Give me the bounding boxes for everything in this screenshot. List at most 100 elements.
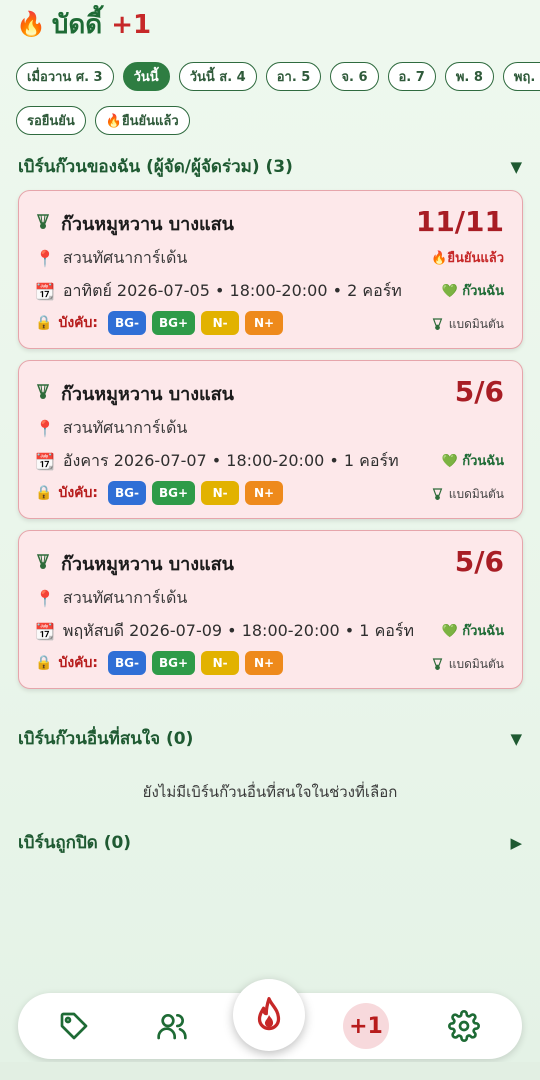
- app-title-plus: +1: [111, 9, 152, 40]
- collapse-caret-icon[interactable]: ▼: [510, 730, 522, 748]
- app-header: 🔥 บัดดี้ +1: [16, 6, 151, 42]
- shuttlecock-icon: [35, 213, 51, 234]
- app-title: บัดดี้ +1: [52, 4, 151, 45]
- my-group-badge: 💚 ก๊วนฉัน: [441, 284, 504, 299]
- lock-icon: 🔒: [35, 315, 53, 331]
- tag-icon: [60, 1012, 88, 1040]
- status-filter-row: รอยืนยัน 🔥ยืนยันแล้ว: [16, 106, 540, 135]
- section-title: เบิร์นถูกปิด (0): [18, 833, 132, 853]
- level-tag: N-: [201, 651, 240, 675]
- my-groups-section-header[interactable]: เบิร์นก๊วนของฉัน (ผู้จัด/ผู้จัดร่วม) (3)…: [18, 153, 522, 180]
- sport-label: แบดมินตัน: [432, 315, 504, 334]
- level-tag: N+: [245, 311, 284, 335]
- schedule-text: พฤหัสบดี 2026-07-09 • 18:00-20:00 • 1 คอ…: [62, 621, 415, 640]
- event-card[interactable]: ก๊วนหมูหวาน บางแสน 5/6 📍 สวนทัศนาการ์เด้…: [18, 360, 523, 519]
- status-chip-pending[interactable]: รอยืนยัน: [16, 106, 86, 135]
- level-tag: N+: [245, 481, 284, 505]
- users-icon: [157, 1014, 187, 1040]
- section-title: เบิร์นก๊วนอื่นที่สนใจ (0): [18, 729, 194, 749]
- event-card[interactable]: ก๊วนหมูหวาน บางแสน 11/11 📍 สวนทัศนาการ์เ…: [18, 190, 523, 349]
- day-chip-wed[interactable]: พ. 8: [444, 62, 494, 91]
- place-row: 📍 สวนทัศนาการ์เด้น: [35, 416, 506, 441]
- level-tag: BG-: [108, 311, 147, 335]
- lock-icon: 🔒: [35, 655, 53, 671]
- schedule-text: อาทิตย์ 2026-07-05 • 18:00-20:00 • 2 คอร…: [62, 281, 402, 300]
- day-chip-mon[interactable]: จ. 6: [330, 62, 379, 91]
- collapse-caret-icon[interactable]: ▼: [510, 158, 522, 176]
- requirements-label: บังคับ:: [58, 315, 99, 331]
- day-chip-thu[interactable]: พฤ. 9: [502, 62, 540, 91]
- nav-friends[interactable]: [142, 993, 202, 1059]
- other-groups-section-header[interactable]: เบิร์นก๊วนอื่นที่สนใจ (0) ▼: [18, 725, 522, 752]
- level-tag: BG-: [108, 481, 147, 505]
- card-title-row: ก๊วนหมูหวาน บางแสน: [35, 379, 506, 408]
- day-chip-sat[interactable]: วันนี้ ส. 4: [178, 62, 257, 91]
- group-name: ก๊วนหมูหวาน บางแสน: [61, 554, 234, 575]
- expand-caret-icon[interactable]: ▶: [510, 834, 522, 852]
- level-tag: BG+: [152, 481, 196, 505]
- calendar-icon: 📆: [35, 282, 55, 301]
- shuttlecock-icon: [432, 318, 443, 330]
- section-title: เบิร์นก๊วนของฉัน (ผู้จัด/ผู้จัดร่วม) (3): [18, 157, 293, 177]
- nav-plus-one[interactable]: +1: [336, 993, 396, 1059]
- nav-settings[interactable]: [434, 993, 494, 1059]
- level-tag: BG+: [152, 311, 196, 335]
- shuttlecock-icon: [432, 658, 443, 670]
- requirements-label: บังคับ:: [58, 485, 99, 501]
- schedule-row: 📆 พฤหัสบดี 2026-07-09 • 18:00-20:00 • 1 …: [35, 619, 506, 644]
- group-name: ก๊วนหมูหวาน บางแสน: [61, 384, 234, 405]
- closed-groups-section-header[interactable]: เบิร์นถูกปิด (0) ▶: [18, 829, 522, 856]
- event-card[interactable]: ก๊วนหมูหวาน บางแสน 5/6 📍 สวนทัศนาการ์เด้…: [18, 530, 523, 689]
- day-chip-yesterday[interactable]: เมื่อวาน ศ. 3: [16, 62, 114, 91]
- system-nav-area: [0, 1062, 540, 1080]
- requirements-label: บังคับ:: [58, 655, 99, 671]
- nav-tags[interactable]: [44, 993, 104, 1059]
- level-tag: N+: [245, 651, 284, 675]
- schedule-row: 📆 อังคาร 2026-07-07 • 18:00-20:00 • 1 คอ…: [35, 449, 506, 474]
- day-filter-row: เมื่อวาน ศ. 3 วันนี้ วันนี้ ส. 4 อา. 5 จ…: [16, 62, 540, 91]
- player-count: 5/6: [454, 375, 504, 408]
- flame-icon: [257, 997, 281, 1031]
- plus-one-icon: +1: [343, 1003, 389, 1049]
- player-count: 5/6: [454, 545, 504, 578]
- level-tag: N-: [201, 311, 240, 335]
- app-title-text: บัดดี้: [51, 9, 103, 40]
- schedule-row: 📆 อาทิตย์ 2026-07-05 • 18:00-20:00 • 2 ค…: [35, 279, 506, 304]
- sport-label: แบดมินตัน: [432, 655, 504, 674]
- level-tag: BG+: [152, 651, 196, 675]
- schedule-text: อังคาร 2026-07-07 • 18:00-20:00 • 1 คอร์…: [62, 451, 399, 470]
- place-name: สวนทัศนาการ์เด้น: [62, 588, 188, 607]
- bottom-nav: +1: [18, 979, 522, 1059]
- gear-icon: [448, 1010, 480, 1042]
- place-row: 📍 สวนทัศนาการ์เด้น: [35, 586, 506, 611]
- sport-name: แบดมินตัน: [448, 317, 504, 331]
- lock-icon: 🔒: [35, 485, 53, 501]
- my-group-badge: 💚 ก๊วนฉัน: [441, 454, 504, 469]
- nav-burn[interactable]: [233, 979, 305, 1051]
- pin-icon: 📍: [35, 419, 55, 438]
- card-title-row: ก๊วนหมูหวาน บางแสน: [35, 549, 506, 578]
- my-group-badge: 💚 ก๊วนฉัน: [441, 624, 504, 639]
- pin-icon: 📍: [35, 249, 55, 268]
- sport-label: แบดมินตัน: [432, 485, 504, 504]
- level-tag: N-: [201, 481, 240, 505]
- confirmed-badge: 🔥ยืนยันแล้ว: [431, 251, 504, 266]
- empty-state-message: ยังไม่มีเบิร์นก๊วนอื่นที่สนใจในช่วงที่เล…: [142, 783, 398, 801]
- player-count: 11/11: [415, 205, 504, 238]
- shuttlecock-icon: [432, 488, 443, 500]
- pin-icon: 📍: [35, 589, 55, 608]
- fire-logo-icon: 🔥: [16, 10, 46, 38]
- day-chip-today[interactable]: วันนี้: [122, 62, 170, 91]
- calendar-icon: 📆: [35, 622, 55, 641]
- calendar-icon: 📆: [35, 452, 55, 471]
- sport-name: แบดมินตัน: [448, 487, 504, 501]
- shuttlecock-icon: [35, 553, 51, 574]
- sport-name: แบดมินตัน: [448, 657, 504, 671]
- status-chip-confirmed[interactable]: 🔥ยืนยันแล้ว: [94, 106, 190, 135]
- group-name: ก๊วนหมูหวาน บางแสน: [61, 214, 234, 235]
- place-name: สวนทัศนาการ์เด้น: [62, 418, 188, 437]
- level-tag: BG-: [108, 651, 147, 675]
- day-chip-sun[interactable]: อา. 5: [265, 62, 322, 91]
- shuttlecock-icon: [35, 383, 51, 404]
- day-chip-tue[interactable]: อ. 7: [387, 62, 436, 91]
